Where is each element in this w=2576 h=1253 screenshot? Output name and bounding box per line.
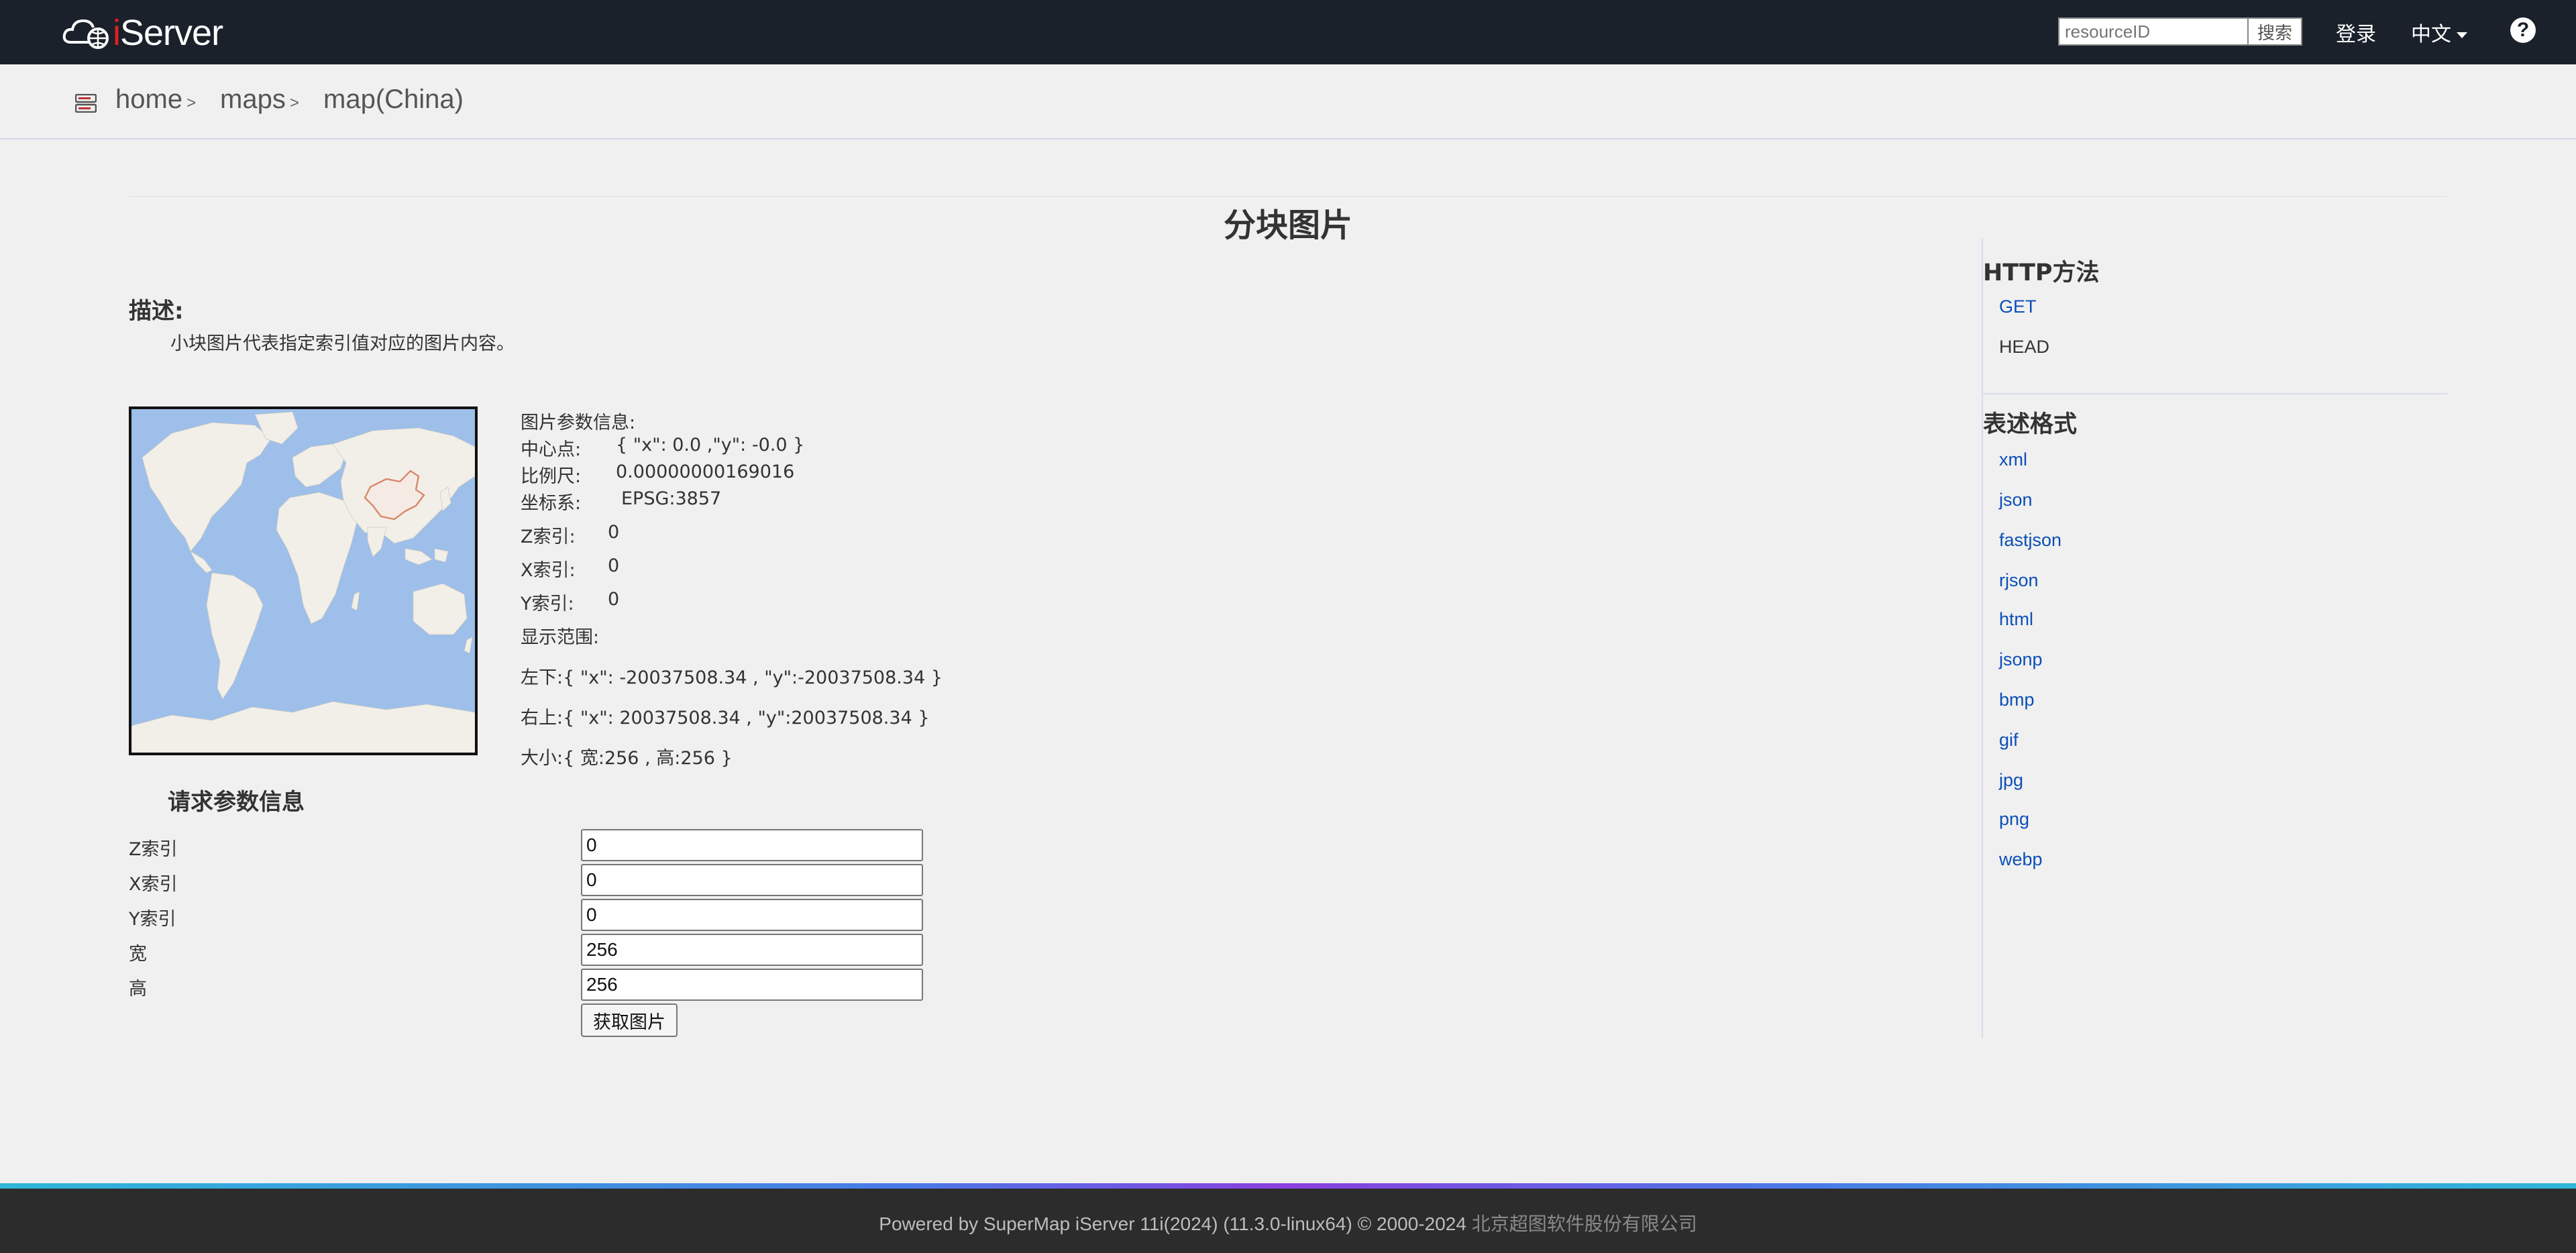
center-label: 中心点: bbox=[521, 439, 582, 460]
x-index-value: 0 bbox=[608, 555, 620, 576]
format-xml-link[interactable]: xml bbox=[1999, 449, 2027, 470]
width-input[interactable] bbox=[581, 934, 923, 966]
request-params-heading: 请求参数信息 bbox=[168, 789, 305, 816]
world-map-tile bbox=[131, 409, 475, 753]
cloud-globe-icon bbox=[62, 19, 109, 49]
format-rjson-link[interactable]: rjson bbox=[1999, 570, 2039, 591]
z-index-input[interactable] bbox=[581, 829, 923, 861]
crs-label: 坐标系: bbox=[521, 493, 582, 514]
y-field-label: Y索引 bbox=[129, 909, 176, 930]
http-head-label: HEAD bbox=[1999, 337, 2050, 357]
help-icon[interactable]: ? bbox=[2510, 17, 2536, 43]
map-tile-image bbox=[129, 406, 478, 755]
width-field-label: 宽 bbox=[129, 944, 147, 965]
y-index-value: 0 bbox=[608, 589, 620, 610]
top-navbar: iServer 搜索 登录 中文 ? bbox=[0, 0, 2576, 64]
breadcrumb-maps[interactable]: maps > bbox=[220, 85, 299, 115]
title-divider bbox=[129, 196, 2447, 197]
sidebar-section-divider bbox=[1983, 393, 2447, 394]
http-get-link[interactable]: GET bbox=[1999, 296, 2037, 317]
upper-right-bounds: 右上:{ "x": 20037508.34 , "y":20037508.34 … bbox=[521, 708, 930, 728]
server-list-icon bbox=[75, 94, 97, 113]
y-index-label: Y索引: bbox=[521, 594, 574, 614]
footer: Powered by SuperMap iServer 11i(2024) (1… bbox=[0, 1189, 2576, 1253]
z-index-label: Z索引: bbox=[521, 527, 576, 547]
formats-heading: 表述格式 bbox=[1983, 411, 2078, 438]
height-field-label: 高 bbox=[129, 979, 147, 999]
sidebar-divider bbox=[1982, 239, 1983, 1038]
search-button[interactable]: 搜索 bbox=[2249, 17, 2302, 46]
center-value: { "x": 0.0 ,"y": -0.0 } bbox=[616, 435, 805, 455]
breadcrumb-current[interactable]: map(China) bbox=[323, 85, 464, 115]
format-webp-link[interactable]: webp bbox=[1999, 849, 2043, 870]
language-dropdown[interactable]: 中文 bbox=[2411, 17, 2467, 47]
z-field-label: Z索引 bbox=[129, 839, 178, 860]
caret-down-icon bbox=[2457, 32, 2467, 38]
login-link[interactable]: 登录 bbox=[2336, 17, 2376, 47]
image-size: 大小:{ 宽:256 , 高:256 } bbox=[521, 748, 733, 769]
bounds-label: 显示范围: bbox=[521, 627, 600, 648]
height-input[interactable] bbox=[581, 969, 923, 1001]
format-gif-link[interactable]: gif bbox=[1999, 730, 2019, 751]
resource-search-input[interactable] bbox=[2058, 17, 2249, 46]
description-heading: 描述: bbox=[129, 298, 184, 325]
brand-name: iServer bbox=[113, 13, 223, 53]
format-fastjson-link[interactable]: fastjson bbox=[1999, 530, 2061, 551]
y-index-input[interactable] bbox=[581, 899, 923, 931]
footer-company: 北京超图软件股份有限公司 bbox=[1471, 1213, 1697, 1235]
lower-left-bounds: 左下:{ "x": -20037508.34 , "y":-20037508.3… bbox=[521, 667, 943, 688]
page-title: 分块图片 bbox=[1223, 207, 1352, 244]
breadcrumb-home[interactable]: home > bbox=[115, 85, 196, 115]
x-field-label: X索引 bbox=[129, 874, 178, 895]
scale-value: 0.00000000169016 bbox=[616, 461, 795, 482]
format-jsonp-link[interactable]: jsonp bbox=[1999, 649, 2043, 670]
format-bmp-link[interactable]: bmp bbox=[1999, 690, 2035, 710]
format-jpg-link[interactable]: jpg bbox=[1999, 770, 2023, 791]
z-index-value: 0 bbox=[608, 522, 620, 543]
format-png-link[interactable]: png bbox=[1999, 809, 2029, 830]
description-text: 小块图片代表指定索引值对应的图片内容。 bbox=[170, 333, 515, 354]
iserver-logo[interactable]: iServer bbox=[62, 9, 223, 56]
scale-label: 比例尺: bbox=[521, 466, 582, 487]
format-json-link[interactable]: json bbox=[1999, 490, 2033, 510]
language-label: 中文 bbox=[2411, 23, 2451, 46]
footer-powered-by: Powered by SuperMap iServer 11i(2024) (1… bbox=[879, 1213, 1472, 1234]
image-info-heading: 图片参数信息: bbox=[521, 413, 636, 433]
get-image-button[interactable]: 获取图片 bbox=[581, 1003, 678, 1037]
x-index-label: X索引: bbox=[521, 560, 576, 581]
crs-value: EPSG:3857 bbox=[621, 488, 722, 509]
breadcrumb: home > maps > map(China) bbox=[0, 64, 2576, 140]
format-html-link[interactable]: html bbox=[1999, 609, 2033, 630]
footer-accent-bar bbox=[0, 1183, 2576, 1189]
search-box: 搜索 bbox=[2058, 17, 2302, 46]
x-index-input[interactable] bbox=[581, 864, 923, 896]
http-methods-heading: HTTP方法 bbox=[1983, 260, 2100, 286]
